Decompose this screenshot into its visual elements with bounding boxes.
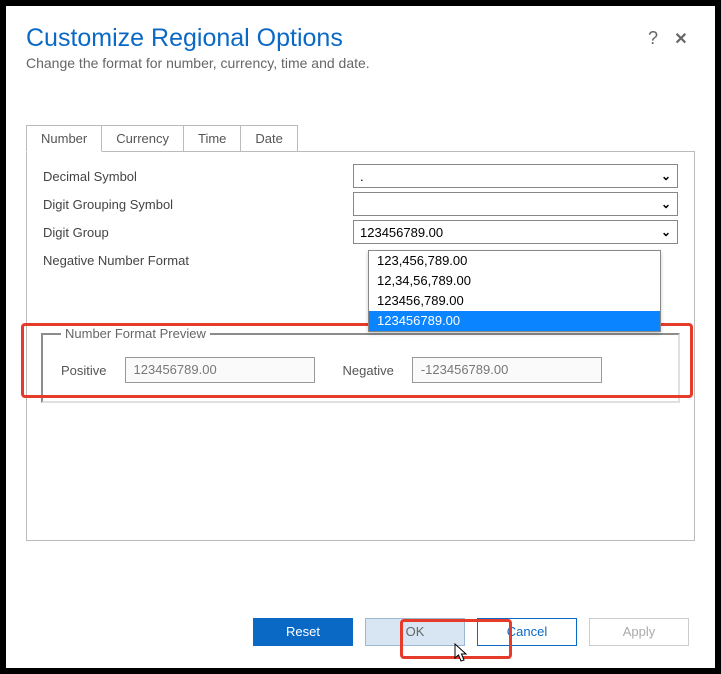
positive-preview: 123456789.00 [125, 357, 315, 383]
dialog: Customize Regional Options ? ✕ Change th… [6, 6, 715, 668]
digit-group-label: Digit Group [43, 225, 353, 240]
digit-group-select[interactable]: 123456789.00 ⌄ [353, 220, 678, 244]
title-bar: Customize Regional Options ? ✕ [26, 24, 695, 53]
tab-currency[interactable]: Currency [101, 125, 184, 151]
tabs-area: Number Currency Time Date Decimal Symbol… [26, 125, 695, 541]
digit-group-value: 123456789.00 [360, 225, 443, 240]
button-row: Reset OK Cancel Apply [253, 618, 689, 646]
apply-button: Apply [589, 618, 689, 646]
dropdown-option[interactable]: 123,456,789.00 [369, 251, 660, 271]
chevron-down-icon: ⌄ [661, 197, 671, 211]
dialog-subtitle: Change the format for number, currency, … [26, 55, 695, 71]
tab-date[interactable]: Date [240, 125, 297, 151]
dropdown-option[interactable]: 12,34,56,789.00 [369, 271, 660, 291]
negative-preview: -123456789.00 [412, 357, 602, 383]
grouping-symbol-label: Digit Grouping Symbol [43, 197, 353, 212]
dropdown-option-selected[interactable]: 123456789.00 [369, 311, 660, 331]
preview-legend: Number Format Preview [61, 326, 210, 341]
close-icon[interactable]: ✕ [667, 29, 695, 49]
tab-row: Number Currency Time Date [26, 125, 695, 151]
chevron-down-icon: ⌄ [661, 225, 671, 239]
reset-button[interactable]: Reset [253, 618, 353, 646]
tab-number[interactable]: Number [26, 125, 102, 152]
decimal-symbol-label: Decimal Symbol [43, 169, 353, 184]
dialog-title: Customize Regional Options [26, 24, 639, 53]
negative-format-label: Negative Number Format [43, 253, 353, 268]
tab-panel: Decimal Symbol . ⌄ Digit Grouping Symbol… [26, 151, 695, 541]
chevron-down-icon: ⌄ [661, 169, 671, 183]
positive-label: Positive [61, 363, 107, 378]
tab-time[interactable]: Time [183, 125, 241, 151]
digit-group-dropdown[interactable]: 123,456,789.00 12,34,56,789.00 123456,78… [368, 250, 661, 332]
negative-label: Negative [343, 363, 394, 378]
grouping-symbol-select[interactable]: ⌄ [353, 192, 678, 216]
preview-fieldset: Number Format Preview Positive 123456789… [41, 326, 680, 403]
help-icon[interactable]: ? [639, 28, 667, 49]
decimal-symbol-value: . [360, 169, 364, 184]
dropdown-option[interactable]: 123456,789.00 [369, 291, 660, 311]
decimal-symbol-select[interactable]: . ⌄ [353, 164, 678, 188]
cancel-button[interactable]: Cancel [477, 618, 577, 646]
ok-button[interactable]: OK [365, 618, 465, 646]
